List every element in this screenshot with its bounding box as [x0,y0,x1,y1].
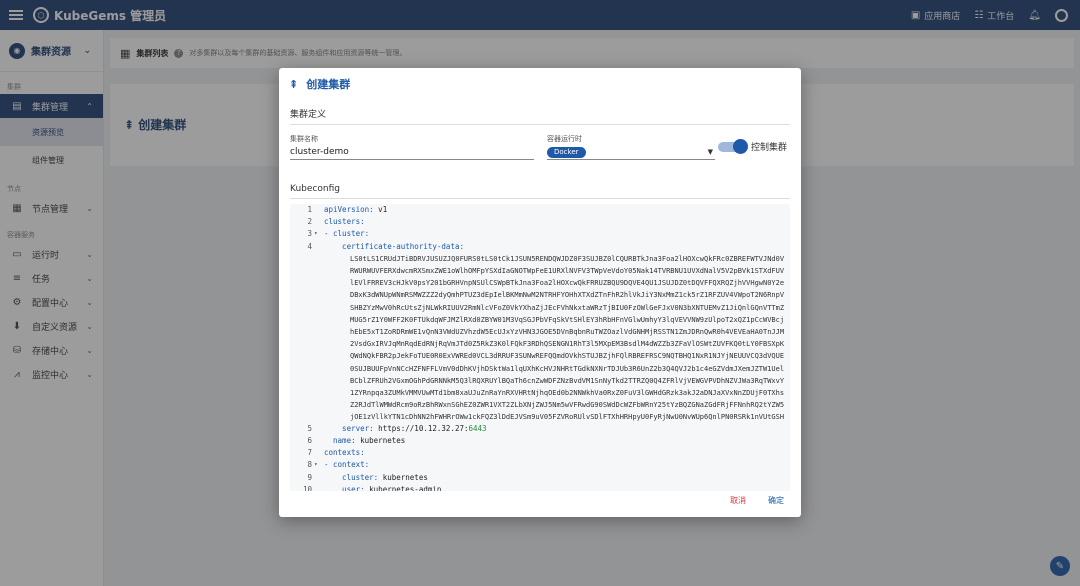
code-line: 5 server: https://10.12.32.27:6443 [290,423,790,435]
create-cluster-dialog: ⇞ 创建集群 集群定义 集群名称 cluster-demo 容器运行时 Dock… [279,68,801,517]
code-text: apiVersion: v1 [324,205,388,214]
certificate-data: LS0tLS1CRUdJTiBDRVJUSUZJQ0FURS0tLS0tCk1J… [350,254,785,422]
dialog-body: 集群定义 集群名称 cluster-demo 容器运行时 Docker ▼ 控制… [279,107,801,491]
code-line: 10 user: kubernetes-admin [290,484,790,491]
line-number: 7 [307,448,312,458]
runtime-select[interactable]: 容器运行时 Docker ▼ [547,134,715,160]
code-text: - context: [324,460,370,470]
line-number: 10 [302,484,312,491]
runtime-select-value[interactable]: Docker [547,144,715,160]
code-line: 7 contexts: [290,447,790,459]
line-number: 2 [307,217,312,227]
create-cluster-icon: ⇞ [289,77,299,91]
line-number: 8 [307,460,312,470]
fold-icon [314,484,324,491]
kubeconfig-title: Kubeconfig [290,184,790,199]
cluster-form-row: 集群名称 cluster-demo 容器运行时 Docker ▼ 控制集群 [290,125,790,169]
control-cluster-toggle[interactable] [718,139,748,154]
fold-icon [314,447,324,459]
section-cluster-definition: 集群定义 [290,107,790,125]
fold-icon [314,216,324,228]
line-number: 1 [307,205,312,214]
code-text: - cluster: [324,229,370,239]
line-number: 9 [307,472,312,482]
confirm-button[interactable]: 确定 [768,495,784,506]
caret-down-icon: ▼ [707,148,713,156]
code-line: 2 clusters: [290,216,790,228]
server-port: 6443 [468,423,487,433]
line-number: 3 [307,229,312,239]
code-line: 1 apiVersion: v1 [290,204,790,216]
code-line: 3 ▾ - cluster: [290,228,790,240]
code-text: name: kubernetes [324,435,406,445]
cancel-button[interactable]: 取消 [730,495,746,506]
fold-icon[interactable]: ▾ [314,459,324,471]
dialog-footer: 取消 确定 [730,495,784,506]
runtime-label: 容器运行时 [547,135,582,143]
cluster-name-input[interactable]: cluster-demo [290,144,534,160]
fold-icon[interactable]: ▾ [314,228,324,240]
control-cluster-label: 控制集群 [751,143,788,153]
code-text: cluster: kubernetes [324,472,428,482]
code-text: certificate-authority-data: [324,241,464,251]
cluster-name-label: 集群名称 [290,135,318,143]
line-number: 4 [307,241,312,251]
code-text: server: https://10.12.32.27:6443 [324,423,487,433]
code-line: 6 name: kubernetes [290,435,790,447]
code-line: 8 ▾ - context: [290,459,790,471]
dialog-title: 创建集群 [306,78,351,91]
kubeconfig-editor[interactable]: 1 apiVersion: v1 2 clusters: 3 ▾ - cluster: 4 c… [290,204,790,491]
code-line: 9 cluster: kubernetes [290,472,790,484]
line-number: 6 [307,435,312,445]
code-text: clusters: [324,217,365,227]
fold-icon [314,472,324,484]
code-text: user: kubernetes-admin [324,484,442,491]
fold-icon [314,423,324,435]
toggle-knob [733,139,748,154]
fold-icon [314,241,324,253]
dialog-header: ⇞ 创建集群 [279,68,801,100]
code-text: contexts: [324,448,365,458]
cluster-name-field[interactable]: 集群名称 cluster-demo [290,134,534,160]
fold-icon [314,435,324,447]
runtime-chip: Docker [547,147,586,158]
line-number: 5 [307,423,312,433]
fold-icon [314,204,324,216]
code-line: 4 certificate-authority-data: [290,241,790,253]
